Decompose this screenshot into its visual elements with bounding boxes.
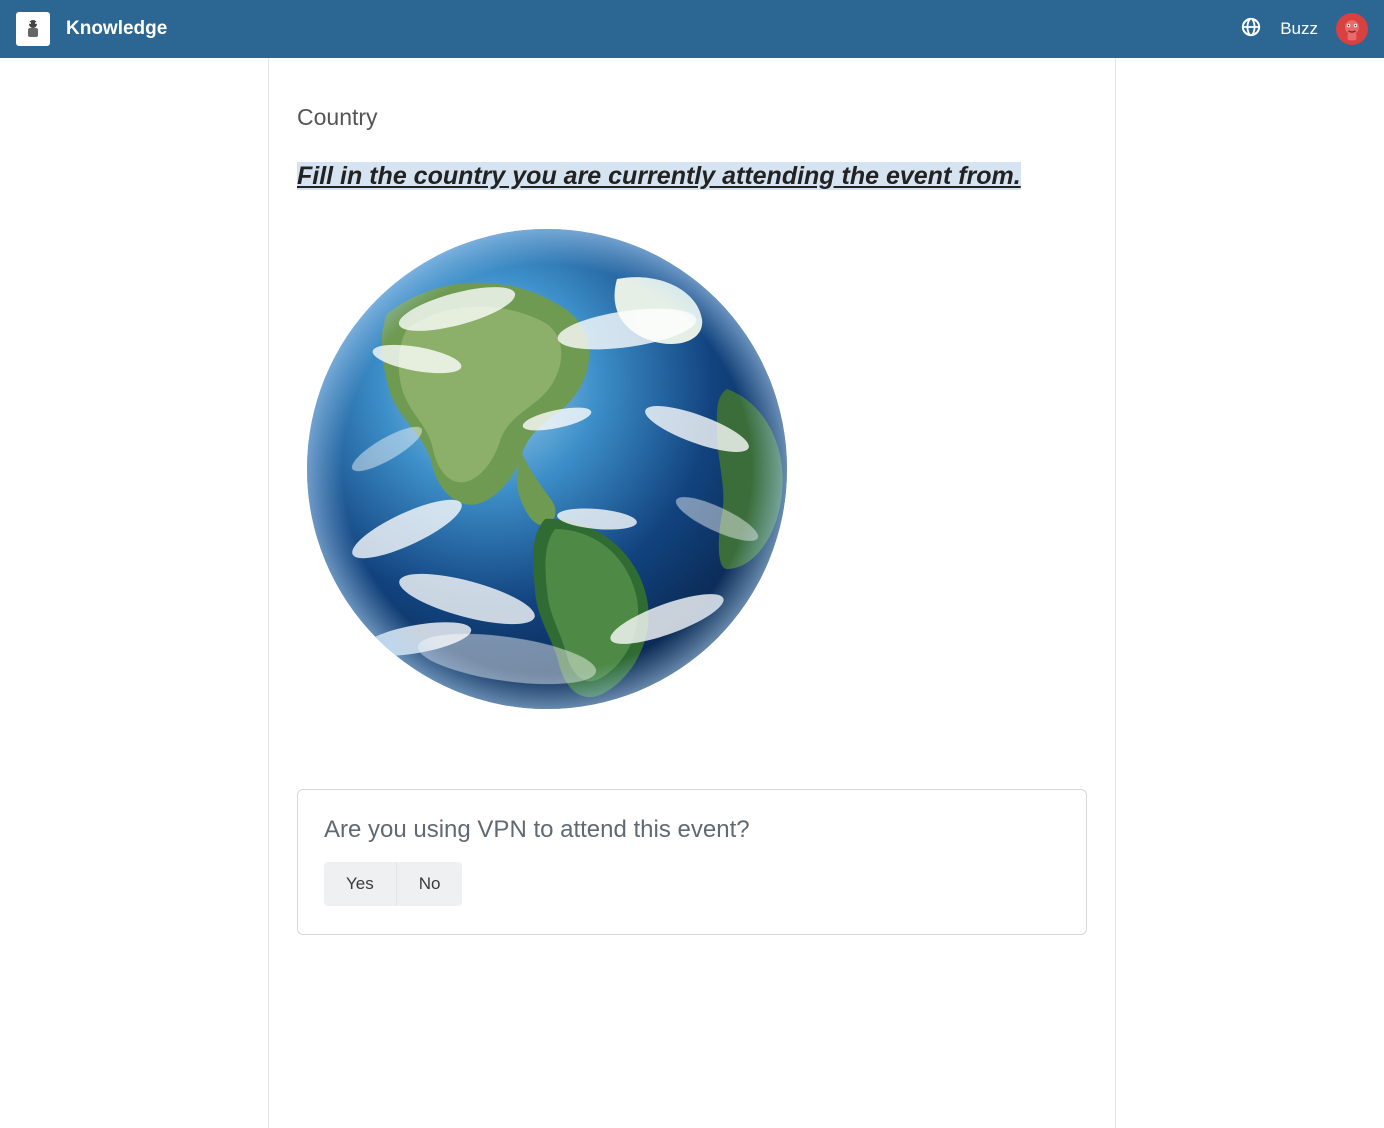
page: Country Fill in the country you are curr… (0, 58, 1384, 1128)
username[interactable]: Buzz (1280, 19, 1318, 39)
navbar: Knowledge Buzz (0, 0, 1384, 58)
section-title: Country (297, 58, 1087, 161)
avatar[interactable] (1336, 13, 1368, 45)
vpn-button-group: Yes No (324, 862, 462, 906)
instruction-wrap: Fill in the country you are currently at… (297, 161, 1087, 191)
vpn-question: Are you using VPN to attend this event? (324, 816, 1060, 844)
vpn-no-button[interactable]: No (396, 862, 463, 906)
globe-icon[interactable] (1240, 16, 1262, 43)
content-panel: Country Fill in the country you are curr… (268, 58, 1116, 1128)
instruction-text: Fill in the country you are currently at… (297, 162, 1021, 190)
site-logo[interactable] (16, 12, 50, 46)
avatar-icon (1338, 15, 1366, 43)
logo-icon (21, 17, 45, 41)
navbar-left: Knowledge (16, 12, 167, 46)
earth-globe-icon (297, 219, 797, 719)
navbar-right: Buzz (1240, 13, 1368, 45)
vpn-card: Are you using VPN to attend this event? … (297, 789, 1087, 935)
vpn-yes-button[interactable]: Yes (324, 862, 396, 906)
earth-image (297, 219, 797, 719)
brand-name[interactable]: Knowledge (66, 18, 167, 40)
